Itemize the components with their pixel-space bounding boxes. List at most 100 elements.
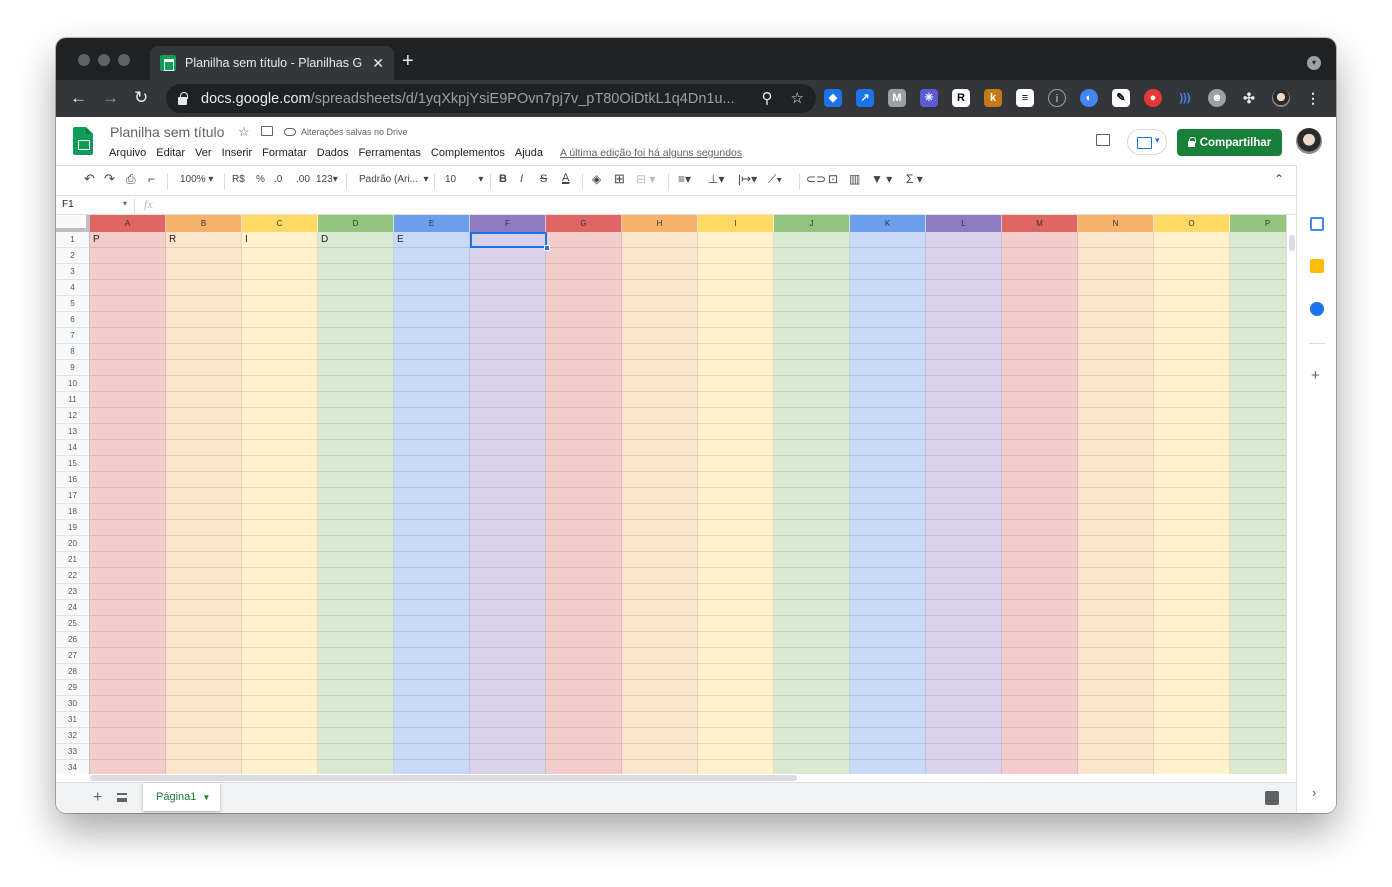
column-header-b[interactable]: B <box>166 215 242 232</box>
merge-cells-icon[interactable]: ⊟ ▾ <box>636 172 655 186</box>
close-tab-icon[interactable]: ✕ <box>372 55 384 72</box>
column-b[interactable] <box>166 232 242 774</box>
row-header[interactable]: 8 <box>56 344 90 360</box>
menu-inserir[interactable]: Inserir <box>222 147 253 159</box>
column-g[interactable] <box>546 232 622 774</box>
browser-tab[interactable]: Planilha sem título - Planilhas G ✕ <box>150 46 394 80</box>
row-header[interactable]: 32 <box>56 728 90 744</box>
menu-ver[interactable]: Ver <box>195 147 212 159</box>
menu-ferramentas[interactable]: Ferramentas <box>359 147 421 159</box>
account-avatar[interactable] <box>1296 128 1322 154</box>
get-addons-icon[interactable]: + <box>1311 367 1320 384</box>
forward-icon[interactable]: → <box>102 88 119 108</box>
vertical-scroll-thumb[interactable] <box>1289 235 1295 251</box>
star-icon[interactable]: ☆ <box>238 124 250 140</box>
print-icon[interactable]: ⎙ <box>126 172 136 187</box>
cell-c1[interactable]: I <box>245 234 248 245</box>
row-header[interactable]: 4 <box>56 280 90 296</box>
increase-decimal-button[interactable]: .00 <box>296 174 310 185</box>
column-header-e[interactable]: E <box>394 215 470 232</box>
row-header[interactable]: 27 <box>56 648 90 664</box>
row-header[interactable]: 33 <box>56 744 90 760</box>
horizontal-align-icon[interactable]: ≡▾ <box>678 172 691 186</box>
text-color-icon[interactable]: A <box>562 172 569 184</box>
strikethrough-icon[interactable]: S <box>540 173 547 185</box>
keep-icon[interactable] <box>1310 259 1324 273</box>
tab-search-icon[interactable]: ▾ <box>1307 56 1321 70</box>
insert-comment-icon[interactable]: ⊡ <box>828 172 838 186</box>
sheets-logo-icon[interactable] <box>73 127 93 155</box>
column-a[interactable] <box>90 232 166 774</box>
column-header-o[interactable]: O <box>1154 215 1230 232</box>
more-formats-select[interactable]: 123▾ <box>316 174 338 185</box>
undo-icon[interactable]: ↶ <box>84 171 95 187</box>
row-header[interactable]: 5 <box>56 296 90 312</box>
browser-menu-icon[interactable]: ⋮ <box>1304 89 1322 107</box>
profile-avatar[interactable] <box>1272 89 1290 107</box>
collapse-toolbar-icon[interactable]: ⌃ <box>1274 172 1284 186</box>
row-header[interactable]: 30 <box>56 696 90 712</box>
column-c[interactable] <box>242 232 318 774</box>
horizontal-scroll-thumb[interactable] <box>90 775 797 781</box>
insert-chart-icon[interactable]: ▥ <box>849 172 860 186</box>
extension-notes-icon[interactable]: ≡ <box>1016 89 1034 107</box>
zoom-select[interactable]: 100% ▾ <box>180 174 213 185</box>
row-header[interactable]: 17 <box>56 488 90 504</box>
row-header[interactable]: 24 <box>56 600 90 616</box>
column-m[interactable] <box>1002 232 1078 774</box>
extensions-puzzle-icon[interactable]: ✣ <box>1240 89 1258 107</box>
cell-a1[interactable]: P <box>93 234 100 245</box>
row-header[interactable]: 26 <box>56 632 90 648</box>
sheet-tab[interactable]: Página1 ▼ <box>143 783 220 811</box>
spreadsheet-grid[interactable]: A P B R C I D D E E F G H I J K L M N O P 1 2 3 4 5 6 7 8 9 10 11 12 13 14… <box>56 215 1286 774</box>
cell-b1[interactable]: R <box>169 234 176 245</box>
row-header[interactable]: 12 <box>56 408 90 424</box>
reload-icon[interactable]: ↻ <box>134 88 148 108</box>
column-o[interactable] <box>1154 232 1230 774</box>
font-size-select[interactable]: 10 ▾ <box>445 174 483 185</box>
column-header-h[interactable]: H <box>622 215 698 232</box>
column-header-d[interactable]: D <box>318 215 394 232</box>
row-header[interactable]: 9 <box>56 360 90 376</box>
row-header[interactable]: 21 <box>56 552 90 568</box>
row-header[interactable]: 19 <box>56 520 90 536</box>
column-header-i[interactable]: I <box>698 215 774 232</box>
zoom-icon[interactable]: ⚲ <box>762 89 773 107</box>
select-all-corner[interactable] <box>56 215 90 232</box>
column-header-k[interactable]: K <box>850 215 926 232</box>
row-header[interactable]: 14 <box>56 440 90 456</box>
row-header[interactable]: 3 <box>56 264 90 280</box>
bold-icon[interactable]: B <box>499 173 507 185</box>
row-header[interactable]: 13 <box>56 424 90 440</box>
new-tab-button[interactable]: + <box>402 50 414 73</box>
functions-icon[interactable]: Σ ▾ <box>906 172 923 186</box>
text-wrapping-icon[interactable]: |↦▾ <box>738 172 757 186</box>
name-box[interactable]: F1 <box>62 199 74 210</box>
add-sheet-button[interactable]: + <box>93 789 102 807</box>
extension-share-icon[interactable]: ↗ <box>856 89 874 107</box>
calendar-icon[interactable] <box>1310 217 1324 231</box>
share-button[interactable]: Compartilhar <box>1177 129 1282 156</box>
menu-arquivo[interactable]: Arquivo <box>109 147 146 159</box>
chevron-down-icon[interactable]: ▼ <box>202 793 210 802</box>
font-select[interactable]: Padrão (Ari... ▾ <box>359 174 429 185</box>
menu-ajuda[interactable]: Ajuda <box>515 147 543 159</box>
column-header-a[interactable]: A <box>90 215 166 232</box>
menu-formatar[interactable]: Formatar <box>262 147 307 159</box>
extension-r-icon[interactable]: R <box>952 89 970 107</box>
row-header[interactable]: 31 <box>56 712 90 728</box>
column-k[interactable] <box>850 232 926 774</box>
row-header[interactable]: 15 <box>56 456 90 472</box>
redo-icon[interactable]: ↷ <box>104 171 115 187</box>
move-to-folder-icon[interactable] <box>261 126 273 136</box>
close-window-button[interactable] <box>78 54 90 66</box>
column-header-j[interactable]: J <box>774 215 850 232</box>
currency-button[interactable]: R$ <box>232 174 245 185</box>
cell-e1[interactable]: E <box>397 234 404 245</box>
column-n[interactable] <box>1078 232 1154 774</box>
row-header[interactable]: 20 <box>56 536 90 552</box>
row-header[interactable]: 1 <box>56 232 90 248</box>
extension-ghost-icon[interactable]: ☻ <box>1208 89 1226 107</box>
cell-d1[interactable]: D <box>321 234 328 245</box>
back-icon[interactable]: ← <box>70 88 87 108</box>
